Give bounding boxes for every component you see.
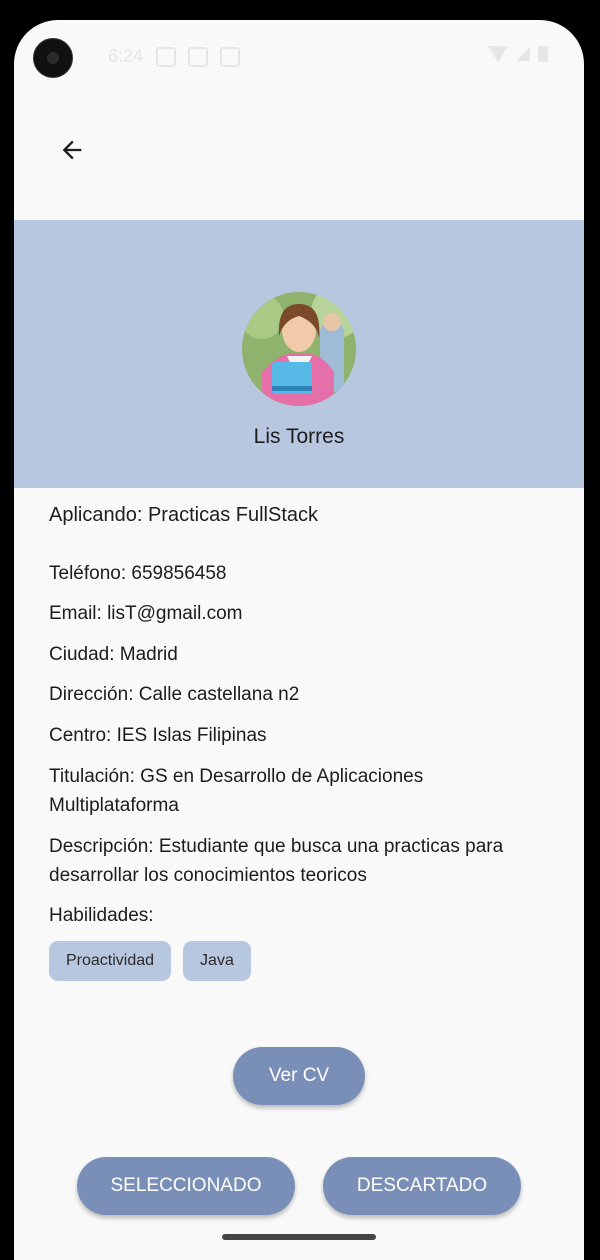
address-field: Dirección: Calle castellana n2 xyxy=(49,684,300,705)
signal-icon xyxy=(516,47,530,61)
applying-position: Aplicando: Practicas FullStack xyxy=(49,504,319,526)
skill-chip: Java xyxy=(183,941,251,981)
app-screen: 6:24 Lis Torres Aplicando: Practicas Ful… xyxy=(14,20,584,1260)
discarded-button[interactable]: DESCARTADO xyxy=(323,1157,521,1215)
phone-field: Teléfono: 659856458 xyxy=(49,563,227,584)
profile-header: Lis Torres xyxy=(14,220,584,488)
home-indicator[interactable] xyxy=(222,1234,376,1240)
view-cv-button[interactable]: Ver CV xyxy=(233,1047,365,1105)
email-field: Email: lisT@gmail.com xyxy=(49,603,243,624)
wifi-icon xyxy=(488,46,508,62)
notification-icons xyxy=(156,47,240,67)
shield-icon xyxy=(188,47,208,67)
city-field: Ciudad: Madrid xyxy=(49,644,178,665)
skills-list: Proactividad Java xyxy=(49,941,251,981)
profile-name: Lis Torres xyxy=(253,425,345,448)
status-time: 6:24 xyxy=(108,46,144,66)
sd-card-icon xyxy=(220,47,240,67)
status-bar: 6:24 xyxy=(14,20,584,90)
battery-icon xyxy=(538,46,548,62)
degree-field: Titulación: GS en Desarrollo de Aplicaci… xyxy=(49,766,424,816)
system-icons xyxy=(488,46,548,62)
skill-chip: Proactividad xyxy=(49,941,172,981)
profile-avatar xyxy=(242,292,356,406)
selected-button[interactable]: SELECCIONADO xyxy=(77,1157,295,1215)
skills-label: Habilidades: xyxy=(49,905,154,926)
back-button[interactable] xyxy=(50,128,94,172)
camera-cutout xyxy=(33,38,73,78)
gallery-icon xyxy=(156,47,176,67)
center-field: Centro: IES Islas Filipinas xyxy=(49,725,267,746)
arrow-back-icon xyxy=(62,140,82,160)
description-field: Descripción: Estudiante que busca una pr… xyxy=(49,836,504,886)
